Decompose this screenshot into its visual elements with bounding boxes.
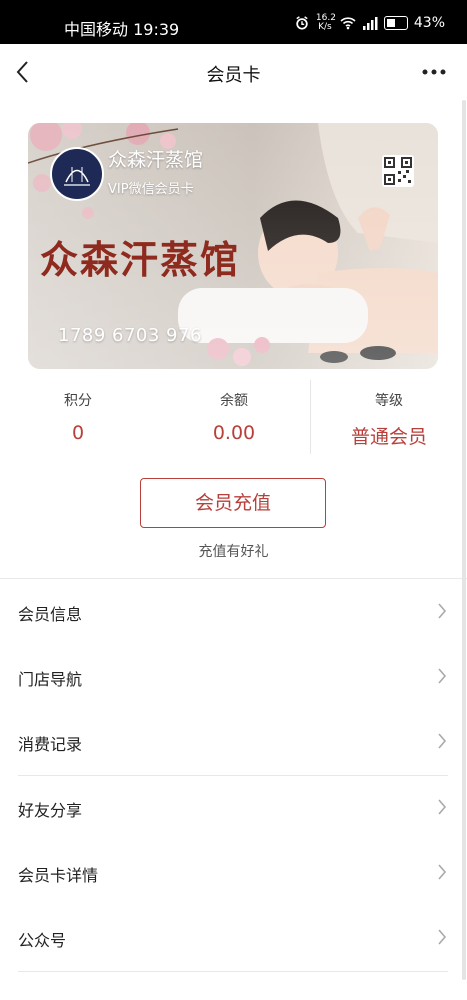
balance-value: 0.00 <box>212 422 256 444</box>
recharge-button[interactable]: 会员充值 <box>140 478 326 528</box>
stats-row: 积分 0 余额 0.00 等级 普通会员 <box>0 380 467 460</box>
wifi-icon <box>340 17 356 30</box>
recharge-gift-text: 充值有好礼 <box>198 544 269 560</box>
chevron-right-icon <box>438 733 447 749</box>
menu-item-label: 会员信息 <box>18 605 83 624</box>
more-dots-icon[interactable] <box>421 62 447 82</box>
speed-unit: K/s <box>318 22 332 32</box>
menu-item-store-navigation[interactable]: 门店导航 <box>0 645 467 709</box>
menu-item-label: 会员卡详情 <box>18 866 99 885</box>
nav-bar: 会员卡 <box>0 44 467 102</box>
balance-stat[interactable]: 余额 0.00 <box>156 380 312 444</box>
menu-item-consumption-records[interactable]: 消费记录 <box>0 710 467 774</box>
qr-code-graphic <box>384 157 412 185</box>
battery-level: 43% <box>413 15 445 31</box>
menu-item-friend-share[interactable]: 好友分享 <box>0 776 467 840</box>
menu-item-official-account[interactable]: 公众号 <box>0 906 467 970</box>
card-banner-text: 众森汗蒸馆 <box>40 237 241 282</box>
page-title: 会员卡 <box>206 65 261 86</box>
chevron-right-icon <box>438 668 447 684</box>
chevron-right-icon <box>438 929 447 945</box>
level-stat[interactable]: 等级 普通会员 <box>311 380 467 449</box>
menu-divider <box>18 971 448 972</box>
level-value: 普通会员 <box>350 426 427 448</box>
store-name: 众森汗蒸馆 <box>108 149 204 171</box>
scrollbar[interactable] <box>462 100 466 980</box>
signal-icon <box>362 17 378 30</box>
points-label: 积分 <box>64 393 92 409</box>
menu-item-label: 公众号 <box>18 931 67 950</box>
qr-code-icon[interactable] <box>382 155 414 187</box>
divider <box>0 578 467 579</box>
network-speed: 16.2 K/s <box>316 14 336 32</box>
balance-label: 余额 <box>220 393 248 409</box>
card-number: 1789 6703 976 <box>58 325 202 346</box>
chevron-right-icon <box>438 799 447 815</box>
status-icons: 16.2 K/s 43% <box>294 14 445 32</box>
chevron-right-icon <box>438 864 447 880</box>
battery-icon <box>383 16 408 30</box>
level-label: 等级 <box>375 393 403 409</box>
status-bar: 中国移动 19:39 16.2 K/s 43% <box>0 0 467 44</box>
points-stat[interactable]: 积分 0 <box>0 380 156 444</box>
card-type: VIP微信会员卡 <box>108 182 194 197</box>
menu-item-member-info[interactable]: 会员信息 <box>0 580 467 644</box>
chevron-right-icon <box>438 603 447 619</box>
menu-item-label: 好友分享 <box>18 801 83 820</box>
member-card[interactable]: 众森汗蒸馆 VIP微信会员卡 众森汗蒸馆 1789 6703 976 <box>28 123 438 369</box>
logo-icon <box>64 167 90 186</box>
menu-item-card-details[interactable]: 会员卡详情 <box>0 841 467 905</box>
menu-item-label: 消费记录 <box>18 735 83 754</box>
alarm-icon <box>296 16 308 30</box>
menu-item-label: 门店导航 <box>18 670 83 689</box>
store-logo <box>50 147 104 201</box>
points-value: 0 <box>71 422 85 444</box>
carrier-time: 中国移动 19:39 <box>64 20 180 39</box>
